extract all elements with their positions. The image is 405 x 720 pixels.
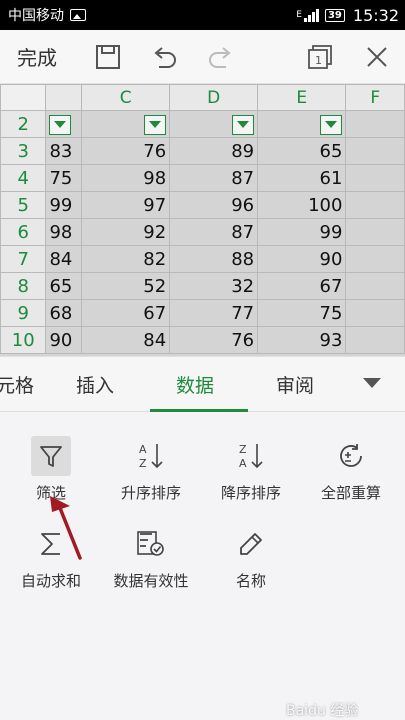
annotation-arrow: [50, 496, 82, 560]
watermark: Baidu 经验: [286, 703, 359, 719]
